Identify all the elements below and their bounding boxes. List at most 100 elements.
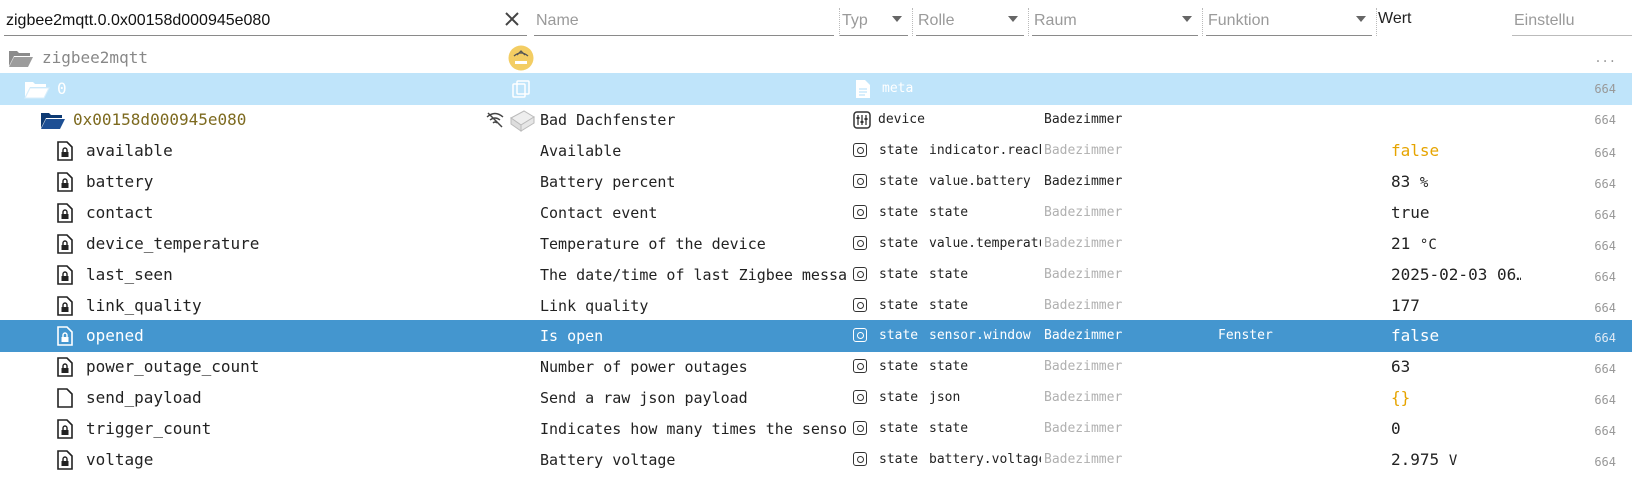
state-name: Is open <box>540 327 604 346</box>
state-type: state <box>879 452 919 467</box>
state-id: last_seen <box>86 264 173 284</box>
room-filter-select[interactable]: Raum <box>1032 4 1198 36</box>
state-type: state <box>879 173 919 189</box>
state-room: Badezimmer <box>1044 390 1123 406</box>
function-filter-select[interactable]: Funktion <box>1206 4 1372 36</box>
state-name: Link quality <box>540 296 649 315</box>
role-filter-select[interactable]: Rolle <box>916 4 1024 36</box>
state-icon <box>853 390 867 405</box>
id-filter-value: zigbee2mqtt.0.0x00158d000945e080 <box>6 12 271 29</box>
state-value[interactable]: 21 °C <box>1391 228 1521 260</box>
state-role: state <box>929 297 969 313</box>
folder-open-icon[interactable] <box>8 48 34 72</box>
state-icon <box>853 328 867 343</box>
access-rights: 664 <box>1594 393 1616 408</box>
state-row[interactable]: send_payload Send a raw json payload state… <box>0 382 1632 414</box>
state-row[interactable]: contact Contact event state state Badezimmer… <box>0 197 1632 229</box>
file-lock-icon <box>57 264 73 289</box>
copy-icon[interactable] <box>512 80 530 102</box>
folder-open-icon[interactable] <box>24 79 50 103</box>
tree-item-id: zigbee2mqtt <box>42 48 148 67</box>
state-value[interactable]: false <box>1391 135 1521 167</box>
state-row[interactable]: voltage Battery voltage state battery.volta… <box>0 444 1632 476</box>
access-rights: 664 <box>1594 238 1616 253</box>
state-room: Badezimmer <box>1044 359 1123 375</box>
meta-file-icon <box>855 79 871 103</box>
chevron-down-icon <box>1008 16 1018 22</box>
state-type: state <box>879 359 919 375</box>
state-role: state <box>929 359 969 375</box>
column-divider[interactable] <box>1202 8 1203 36</box>
access-rights: 664 <box>1594 455 1616 469</box>
state-value[interactable]: 83 % <box>1391 166 1521 198</box>
mqtt-logo-icon <box>508 45 534 75</box>
state-value-text: 2.975 <box>1391 450 1440 469</box>
state-value[interactable]: 2025-02-03 06… <box>1391 259 1521 291</box>
column-divider[interactable] <box>912 8 913 36</box>
state-row[interactable]: trigger_count Indicates how many times th… <box>0 413 1632 445</box>
close-icon[interactable] <box>501 8 523 30</box>
wifi-off-icon <box>486 112 504 132</box>
state-value-unit: °C <box>1419 236 1437 253</box>
file-lock-icon <box>57 357 73 381</box>
state-value-unit: % <box>1419 174 1429 191</box>
state-role: json <box>929 390 961 406</box>
object-name: Bad Dachfenster <box>540 111 676 129</box>
state-row[interactable]: last_seen The date/time of last Zigbee me… <box>0 259 1632 291</box>
state-value[interactable]: 63 <box>1391 351 1521 383</box>
column-divider[interactable] <box>1028 8 1029 36</box>
state-type: state <box>879 328 919 344</box>
state-row[interactable]: opened Is open state sensor.window Badezimme… <box>0 320 1632 353</box>
name-filter-input[interactable]: Name <box>534 4 834 36</box>
state-row[interactable]: device_temperature Temperature of the dev… <box>0 228 1632 260</box>
folder-open-icon[interactable] <box>40 110 66 134</box>
object-room: Badezimmer <box>1044 112 1123 127</box>
tree-row-root[interactable]: zigbee2mqtt ... <box>0 42 1632 74</box>
chevron-down-icon <box>892 16 902 22</box>
state-row[interactable]: available Available state indicator.reach…B… <box>0 135 1632 167</box>
state-value[interactable]: 0 <box>1391 413 1521 445</box>
type-filter-placeholder: Typ <box>842 12 868 29</box>
access-rights: 664 <box>1594 82 1616 96</box>
state-row[interactable]: battery Battery percent state value.battery… <box>0 166 1632 198</box>
state-room: Badezimmer <box>1044 452 1123 467</box>
state-id: power_outage_count <box>86 357 260 377</box>
state-type: state <box>879 143 919 158</box>
device-icon <box>853 111 871 133</box>
state-name: Battery percent <box>540 172 676 191</box>
state-room: Badezimmer <box>1044 328 1123 344</box>
state-type: state <box>879 297 919 313</box>
access-rights: 664 <box>1594 176 1616 191</box>
settings-column-header[interactable]: Einstellu <box>1512 4 1632 36</box>
chevron-down-icon <box>1356 16 1366 22</box>
state-icon <box>853 204 867 219</box>
tree-row-instance[interactable]: 0 meta 664 <box>0 73 1632 105</box>
name-filter-placeholder: Name <box>536 12 579 29</box>
tree-item-id: 0x00158d000945e080 <box>73 110 247 129</box>
file-lock-icon <box>57 326 73 350</box>
state-row[interactable]: power_outage_count Number of power outage… <box>0 351 1632 383</box>
state-id: link_quality <box>86 295 202 315</box>
state-value[interactable]: true <box>1391 197 1521 229</box>
state-value[interactable]: {} <box>1391 382 1521 414</box>
id-filter-input[interactable]: zigbee2mqtt.0.0x00158d000945e080 <box>4 4 527 36</box>
column-divider[interactable] <box>1376 8 1377 36</box>
file-lock-icon <box>57 295 73 320</box>
file-icon <box>57 388 73 412</box>
state-row[interactable]: link_quality Link quality state state Badezi… <box>0 290 1632 322</box>
tree-row-device[interactable]: 0x00158d000945e080 Bad Dachfenster devic… <box>0 104 1632 136</box>
state-value-text: {} <box>1391 388 1411 408</box>
access-rights: 664 <box>1594 300 1616 315</box>
type-filter-select[interactable]: Typ <box>840 4 908 36</box>
file-lock-icon <box>57 419 73 443</box>
state-name: The date/time of last Zigbee message <box>540 265 848 284</box>
object-type: meta <box>882 81 914 96</box>
state-value[interactable]: 177 <box>1391 290 1521 322</box>
access-rights: 664 <box>1594 269 1616 284</box>
function-filter-placeholder: Funktion <box>1208 12 1270 29</box>
state-value[interactable]: 2.975 V <box>1391 444 1521 476</box>
state-type: state <box>879 390 919 406</box>
state-icon <box>853 297 867 312</box>
state-name: Available <box>540 142 622 160</box>
state-value[interactable]: false <box>1391 320 1521 352</box>
